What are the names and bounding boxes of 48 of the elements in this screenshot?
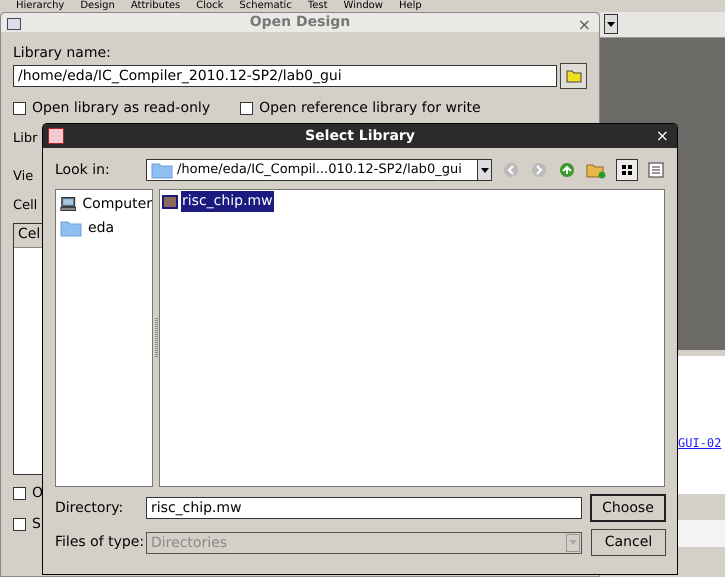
- field-label: Library name:: [13, 44, 112, 63]
- close-button[interactable]: ×: [656, 124, 669, 148]
- look-in-label: Look in:: [55, 160, 111, 180]
- list-view-icon[interactable]: [648, 162, 664, 178]
- menu-item[interactable]: Clock: [196, 0, 224, 11]
- menu-item[interactable]: Design: [80, 0, 115, 11]
- browse-button[interactable]: [560, 63, 587, 89]
- checkbox-label: Open reference library for write: [259, 99, 481, 118]
- menu-item[interactable]: Schematic: [239, 0, 292, 11]
- grid-view-icon[interactable]: [616, 159, 638, 181]
- window-title: Open Design: [250, 13, 350, 32]
- place-item[interactable]: eda: [88, 218, 114, 238]
- menu-item[interactable]: Help: [398, 0, 422, 11]
- menu-item[interactable]: Window: [344, 0, 383, 11]
- file-item[interactable]: risc_chip.mw: [181, 191, 274, 212]
- field-label: Vie: [13, 168, 34, 186]
- directory-field[interactable]: risc_chip.mw: [146, 497, 582, 519]
- checkbox-label: O: [32, 484, 44, 502]
- type-label: Files of type:: [55, 533, 146, 552]
- checkbox[interactable]: [13, 102, 26, 115]
- library-name-field[interactable]: /home/eda/IC_Compiler_2010.12-SP2/lab0_gui: [13, 65, 558, 87]
- checkbox[interactable]: [13, 518, 26, 530]
- place-item[interactable]: Computer: [82, 194, 152, 214]
- menu-item[interactable]: Test: [308, 0, 328, 11]
- window-icon: [7, 18, 21, 30]
- library-icon: [162, 194, 178, 208]
- window-title: Select Library: [305, 126, 415, 146]
- folder-icon: [151, 161, 173, 179]
- choose-button[interactable]: Choose: [590, 494, 666, 522]
- folder-icon: [566, 69, 582, 83]
- checkbox-label: S: [32, 514, 41, 534]
- up-icon[interactable]: [558, 161, 576, 179]
- checkbox[interactable]: [240, 102, 254, 115]
- app-icon: [48, 128, 64, 144]
- checkbox-label: Open library as read-only: [32, 99, 210, 118]
- log-link[interactable]: GUI-02: [678, 434, 722, 452]
- field-label: Libr: [13, 130, 38, 148]
- cancel-button[interactable]: Cancel: [591, 529, 666, 556]
- look-in-dropdown[interactable]: /home/eda/IC_Compil...010.12-SP2/lab0_gui: [146, 159, 492, 181]
- close-button[interactable]: ×: [578, 13, 591, 37]
- dropdown-value: /home/eda/IC_Compil...010.12-SP2/lab0_gui: [177, 161, 462, 180]
- folder-icon: [60, 219, 82, 237]
- checkbox[interactable]: [13, 486, 26, 500]
- directory-label: Directory:: [55, 498, 124, 518]
- computer-icon: [60, 195, 76, 213]
- menu-item[interactable]: Attributes: [130, 0, 180, 11]
- menu-item[interactable]: Hierarchy: [16, 0, 64, 11]
- field-label: Cell: [13, 197, 38, 215]
